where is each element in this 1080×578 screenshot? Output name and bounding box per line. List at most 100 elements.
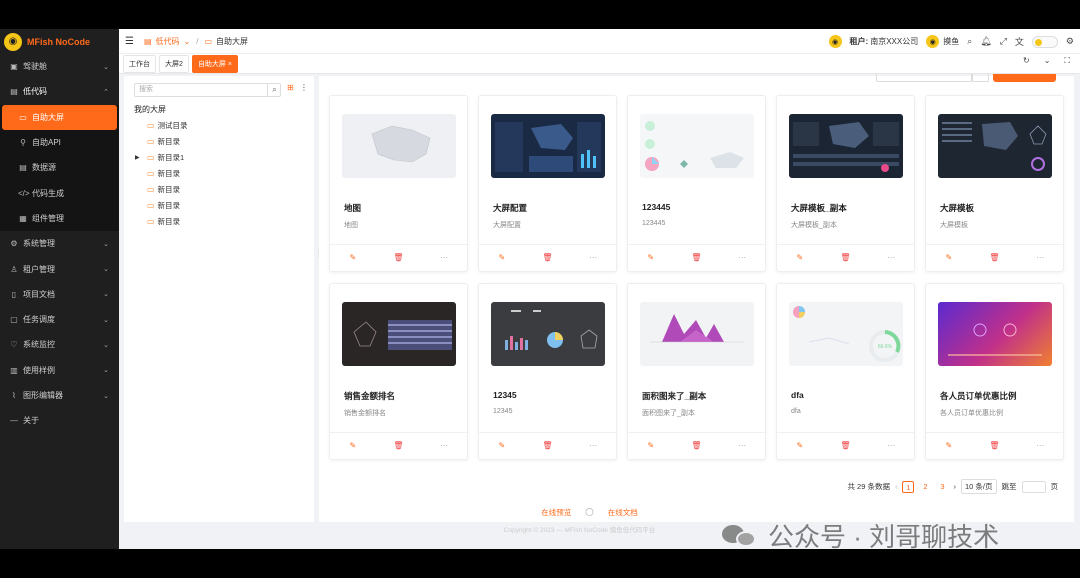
more-icon[interactable]: ··· [1017, 433, 1063, 459]
chevron-down-icon[interactable]: ⌄ [184, 37, 191, 46]
breadcrumb-item[interactable]: 低代码 [156, 36, 180, 47]
delete-icon[interactable]: 🗑 [376, 245, 422, 271]
page-number[interactable]: 3 [936, 481, 948, 493]
edit-icon[interactable]: ✎ [926, 245, 972, 271]
delete-icon[interactable]: 🗑 [823, 245, 869, 271]
tree-search-input[interactable]: 搜索 [134, 83, 281, 97]
tab-self-screen[interactable]: 自助大屏 × [191, 54, 238, 73]
tree-node[interactable]: ▶ ▭ 新目录1 [135, 152, 184, 163]
next-page-icon[interactable]: › [953, 482, 956, 491]
tree-node[interactable]: ▭ 测试目录 [147, 120, 188, 131]
sidebar-item-docs[interactable]: ▯ 项目文档 ⌄ [0, 282, 119, 307]
docs-link[interactable]: 在线文档 [608, 507, 638, 518]
screen-card[interactable]: 大屏模板_副本 大屏模板_副本 ✎ 🗑 ··· [776, 95, 915, 272]
sidebar-item-codegen[interactable]: </> 代码生成 [0, 180, 119, 205]
more-icon[interactable]: ··· [421, 245, 467, 271]
edit-icon[interactable]: ✎ [777, 245, 823, 271]
sidebar-item-samples[interactable]: ▥ 使用样例 ⌄ [0, 358, 119, 383]
screen-card[interactable]: 面积图来了_副本 面积图来了_副本 ✎ 🗑 ··· [627, 283, 766, 460]
translate-icon[interactable]: 文 [1015, 35, 1024, 48]
delete-icon[interactable]: 🗑 [823, 433, 869, 459]
more-icon[interactable]: ··· [868, 433, 914, 459]
delete-icon[interactable]: 🗑 [674, 245, 720, 271]
more-icon[interactable]: ··· [421, 433, 467, 459]
add-folder-icon[interactable]: ⊞ [287, 83, 294, 92]
sidebar-item-components[interactable]: ▦ 组件管理 [0, 206, 119, 231]
more-icon[interactable]: ··· [570, 433, 616, 459]
edit-icon[interactable]: ✎ [926, 433, 972, 459]
sidebar-item-tenant[interactable]: ♙ 租户管理 ⌄ [0, 256, 119, 281]
edit-icon[interactable]: ✎ [628, 433, 674, 459]
page-number[interactable]: 2 [919, 481, 931, 493]
chevron-down-icon[interactable]: ⌄ [1044, 56, 1051, 66]
tree-node[interactable]: ▭ 新目录 [147, 168, 180, 179]
preview-link[interactable]: 在线预览 [541, 507, 571, 518]
delete-icon[interactable]: 🗑 [525, 245, 571, 271]
screen-card[interactable]: 各人员订单优惠比例 各人员订单优惠比例 ✎ 🗑 ··· [925, 283, 1064, 460]
user-name[interactable]: 摸鱼 [943, 36, 959, 47]
avatar[interactable]: ◉ [926, 35, 940, 48]
page-number[interactable]: 1 [902, 480, 915, 493]
sidebar-item-self-screen[interactable]: ▭ 自助大屏 [2, 104, 117, 130]
sidebar-item-scheduler[interactable]: ▢ 任务调度 ⌄ [0, 307, 119, 332]
more-icon[interactable]: ··· [719, 433, 765, 459]
github-icon[interactable]: ◯ [585, 507, 593, 518]
tenant-name[interactable]: 南京XXX公司 [870, 36, 918, 47]
edit-icon[interactable]: ✎ [777, 433, 823, 459]
expand-icon[interactable]: ⛶ [1064, 56, 1070, 66]
refresh-icon[interactable]: ↻ [1023, 56, 1030, 66]
more-icon[interactable]: ··· [868, 245, 914, 271]
caret-right-icon[interactable]: ▶ [135, 154, 140, 161]
theme-toggle[interactable] [1031, 35, 1058, 48]
edit-icon[interactable]: ✎ [479, 245, 525, 271]
tree-root[interactable]: 我的大屏 [134, 104, 166, 115]
delete-icon[interactable]: 🗑 [674, 433, 720, 459]
edit-icon[interactable]: ✎ [479, 433, 525, 459]
screen-card[interactable]: 12345 12345 ✎ 🗑 ··· [478, 283, 617, 460]
filter-input[interactable] [876, 74, 972, 82]
more-icon[interactable]: ··· [1017, 245, 1063, 271]
gear-icon[interactable]: ⚙ [1066, 36, 1074, 47]
delete-icon[interactable]: 🗑 [972, 433, 1018, 459]
search-icon[interactable]: ⌕ [267, 83, 281, 97]
sidebar-item-datasource[interactable]: ▤ 数据源 [0, 155, 119, 180]
tree-node[interactable]: ▭ 新目录 [147, 216, 180, 227]
logo[interactable]: ◉ MFish NoCode [0, 29, 119, 54]
more-icon[interactable]: ··· [719, 245, 765, 271]
delete-icon[interactable]: 🗑 [525, 433, 571, 459]
screen-card[interactable]: 66.6% dfa dfa ✎ 🗑 ··· [776, 283, 915, 460]
panel-splitter[interactable]: ⋮ [315, 249, 323, 279]
tree-node[interactable]: ▭ 新目录 [147, 136, 180, 147]
sidebar-item-self-api[interactable]: ⚲ 自助API [0, 130, 119, 155]
menu-toggle-icon[interactable]: ☰ [125, 36, 134, 47]
screen-card[interactable]: 123445 123445 ✎ 🗑 ··· [627, 95, 766, 272]
tree-node[interactable]: ▭ 新目录 [147, 184, 180, 195]
prev-page-icon[interactable]: ‹ [895, 482, 898, 491]
sidebar-item-system[interactable]: ⚙ 系统管理 ⌄ [0, 231, 119, 256]
sidebar-item-cockpit[interactable]: ▣ 驾驶舱 ⌄ [0, 54, 119, 79]
edit-icon[interactable]: ✎ [330, 433, 376, 459]
search-icon[interactable]: ⌕ [967, 36, 972, 47]
filter-button[interactable] [972, 74, 989, 82]
edit-icon[interactable]: ✎ [330, 245, 376, 271]
breadcrumb-item[interactable]: 自助大屏 [216, 36, 248, 47]
screen-card[interactable]: 大屏配置 大屏配置 ✎ 🗑 ··· [478, 95, 617, 272]
jump-input[interactable] [1021, 480, 1046, 493]
tree-node[interactable]: ▭ 新目录 [147, 200, 180, 211]
add-screen-button[interactable] [993, 74, 1056, 82]
delete-icon[interactable]: 🗑 [972, 245, 1018, 271]
screen-card[interactable]: 大屏模板 大屏模板 ✎ 🗑 ··· [925, 95, 1064, 272]
screen-card[interactable]: 销售金额排名 销售金额排名 ✎ 🗑 ··· [329, 283, 468, 460]
tab-workbench[interactable]: 工作台 [123, 54, 156, 73]
sidebar-item-lowcode[interactable]: ▤ 低代码 ⌃ [0, 79, 119, 104]
sidebar-item-graph-editor[interactable]: ⌇ 图形编辑器 ⌄ [0, 383, 119, 408]
more-icon[interactable]: ··· [570, 245, 616, 271]
page-size-select[interactable]: 10 条/页 [960, 479, 997, 494]
tab-screen2[interactable]: 大屏2 [159, 54, 189, 73]
delete-icon[interactable]: 🗑 [376, 433, 422, 459]
sidebar-item-about[interactable]: — 关于 [0, 408, 119, 433]
fullscreen-icon[interactable]: ⤢ [1000, 36, 1007, 47]
more-icon[interactable]: ⋮ [300, 83, 308, 92]
bell-icon[interactable]: 🔔︎ [980, 36, 991, 47]
screen-card[interactable]: 地图 地图 ✎ 🗑 ··· [329, 95, 468, 272]
